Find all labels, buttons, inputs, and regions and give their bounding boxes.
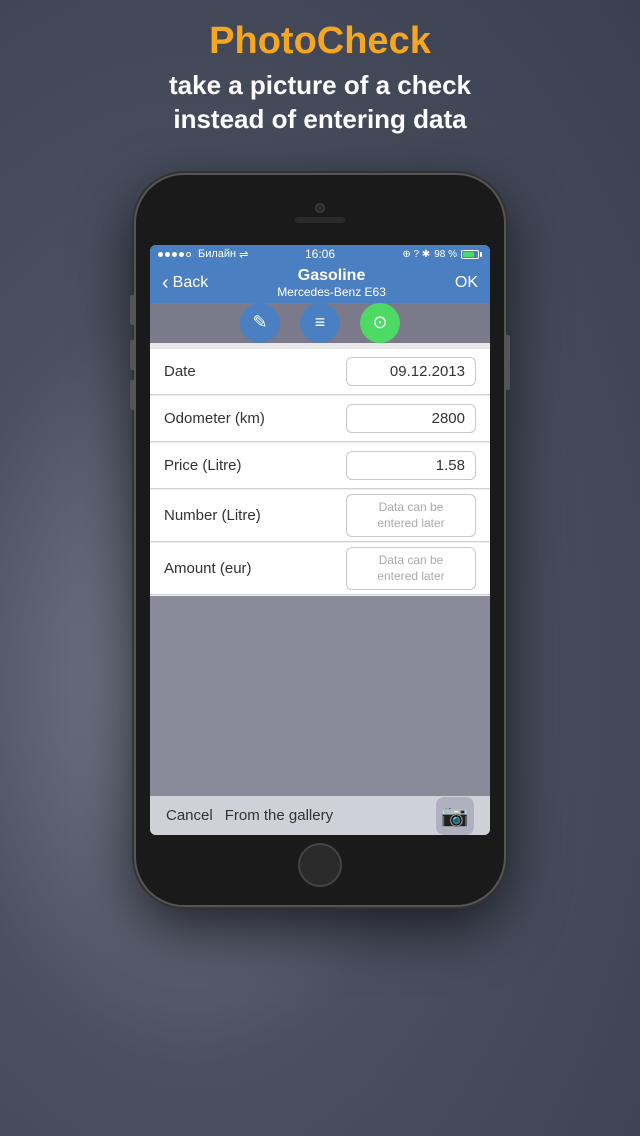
battery-fill (463, 252, 474, 257)
battery-tip (480, 252, 482, 257)
back-chevron-icon: ‹ (162, 273, 169, 293)
amount-row: Amount (eur) Data can beentered later (150, 543, 490, 595)
subtitle-line1: take a picture of a check (169, 70, 471, 100)
camera-dot (315, 203, 325, 213)
camera-button[interactable]: ⊙ (360, 303, 400, 343)
photo-area (150, 596, 490, 796)
signal-dot-2 (165, 252, 170, 257)
back-label: Back (173, 274, 209, 292)
camera-gallery-icon: 📷 (441, 803, 468, 829)
odometer-label: Odometer (km) (164, 410, 346, 427)
signal-dot-5 (186, 252, 191, 257)
nav-bar: ‹ Back Gasoline Mercedes-Benz E63 OK (150, 264, 490, 303)
battery-icon (461, 250, 482, 259)
form-area: Date 09.12.2013 Odometer (km) 2800 Price… (150, 349, 490, 596)
gallery-button[interactable]: From the gallery (225, 807, 333, 824)
number-label: Number (Litre) (164, 507, 346, 524)
amount-value[interactable]: Data can beentered later (346, 547, 476, 590)
price-value[interactable]: 1.58 (346, 451, 476, 480)
status-bar: Билайн ⇌ 16:06 ⊕ ? ✱ 98 % (150, 245, 490, 264)
list-icon: ≡ (315, 312, 326, 333)
price-row: Price (Litre) 1.58 (150, 443, 490, 489)
nav-title-sub: Mercedes-Benz E63 (208, 285, 455, 299)
home-button[interactable] (298, 843, 342, 887)
phone-frame: Билайн ⇌ 16:06 ⊕ ? ✱ 98 % (136, 175, 504, 905)
screen-content: Билайн ⇌ 16:06 ⊕ ? ✱ 98 % (150, 245, 490, 835)
number-value[interactable]: Data can beentered later (346, 494, 476, 537)
status-right: ⊕ ? ✱ 98 % (335, 249, 482, 260)
edit-icon: ✎ (252, 312, 267, 333)
speaker (295, 217, 345, 223)
camera-gallery-button[interactable]: 📷 (436, 797, 474, 835)
toolbar: ✎ ≡ ⊙ (150, 303, 490, 343)
cancel-button[interactable]: Cancel (166, 807, 213, 824)
signal-dot-4 (179, 252, 184, 257)
odometer-value[interactable]: 2800 (346, 404, 476, 433)
status-left: Билайн ⇌ (158, 248, 305, 261)
battery-percent: 98 % (434, 249, 457, 260)
odometer-row: Odometer (km) 2800 (150, 396, 490, 442)
date-label: Date (164, 363, 346, 380)
top-text-area: PhotoCheck take a picture of a check ins… (0, 20, 640, 137)
signal-dot-1 (158, 252, 163, 257)
signal-dot-3 (172, 252, 177, 257)
bottom-toolbar: Cancel From the gallery 📷 (150, 796, 490, 835)
nav-title-main: Gasoline (208, 267, 455, 285)
number-row: Number (Litre) Data can beentered later (150, 490, 490, 542)
date-value[interactable]: 09.12.2013 (346, 357, 476, 386)
status-time: 16:06 (305, 247, 335, 261)
wifi-icon: ⇌ (239, 248, 248, 261)
edit-button[interactable]: ✎ (240, 303, 280, 343)
list-button[interactable]: ≡ (300, 303, 340, 343)
battery-body (461, 250, 479, 259)
nav-ok-button[interactable]: OK (455, 274, 478, 292)
signal-dots (158, 252, 191, 257)
carrier-label: Билайн (198, 248, 236, 260)
amount-label: Amount (eur) (164, 560, 346, 577)
phone-screen: Билайн ⇌ 16:06 ⊕ ? ✱ 98 % (150, 245, 490, 835)
icons-area: ⊕ ? ✱ (402, 249, 430, 260)
price-label: Price (Litre) (164, 457, 346, 474)
nav-title: Gasoline Mercedes-Benz E63 (208, 267, 455, 299)
nav-back-button[interactable]: ‹ Back (162, 273, 208, 293)
date-row: Date 09.12.2013 (150, 349, 490, 395)
camera-toolbar-icon: ⊙ (372, 312, 387, 333)
app-title: PhotoCheck (0, 20, 640, 63)
subtitle: take a picture of a check instead of ent… (0, 69, 640, 137)
subtitle-line2: instead of entering data (173, 104, 466, 134)
